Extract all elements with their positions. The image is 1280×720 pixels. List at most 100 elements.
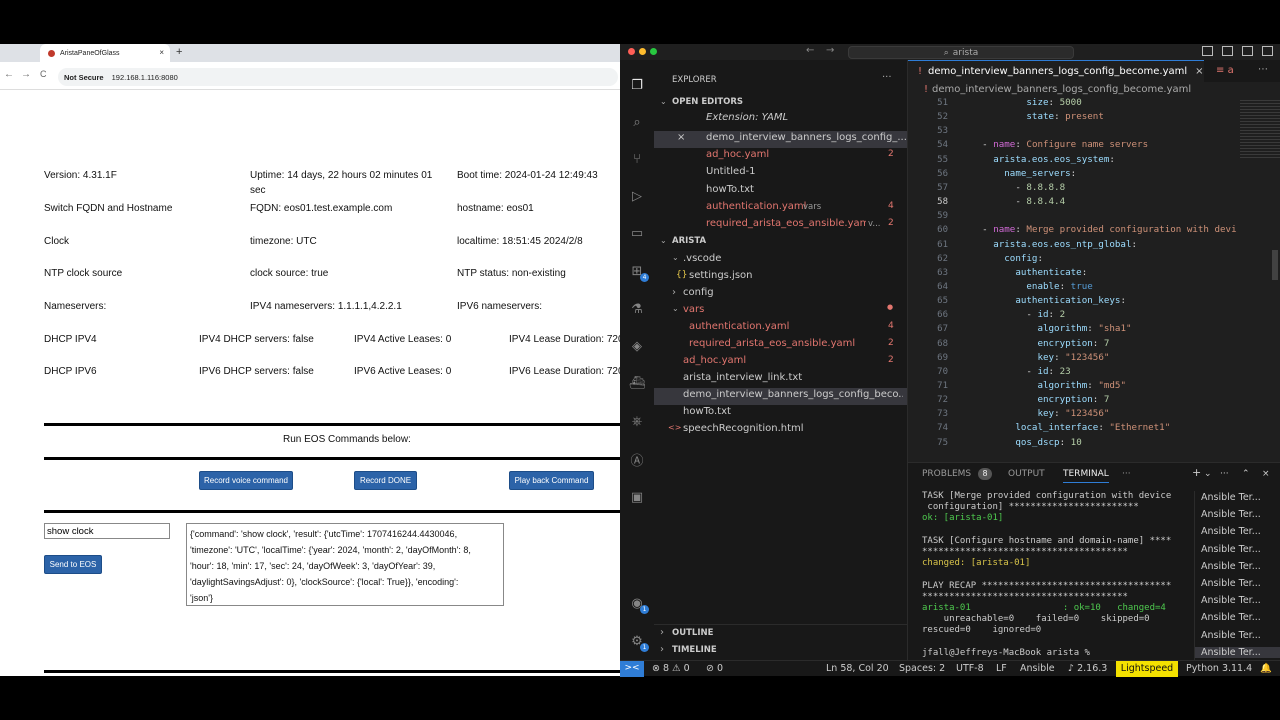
- code-line[interactable]: - name: Merge provided configuration wit…: [960, 224, 1237, 235]
- close-window-icon[interactable]: [628, 48, 635, 55]
- terminal-list-item[interactable]: Ansible Ter...: [1201, 595, 1261, 606]
- new-terminal-icon[interactable]: +: [1192, 466, 1201, 479]
- code-line[interactable]: encryption: 7: [960, 338, 1109, 349]
- code-line[interactable]: key: "123456": [960, 352, 1109, 363]
- close-editor-icon[interactable]: ×: [677, 132, 685, 143]
- search-view-icon[interactable]: ⌕: [628, 113, 646, 131]
- eol-status[interactable]: LF: [996, 663, 1007, 674]
- maximize-panel-icon[interactable]: ⌃: [1242, 469, 1250, 479]
- code-line[interactable]: qos_dscp: 10: [960, 437, 1081, 448]
- code-line[interactable]: state: present: [960, 111, 1103, 122]
- code-line[interactable]: - id: 23: [960, 366, 1070, 377]
- open-editor-item[interactable]: howTo.txt: [706, 184, 754, 195]
- tab-close-icon[interactable]: ×: [159, 48, 164, 57]
- remote-indicator-icon[interactable]: ><: [620, 661, 644, 677]
- docker-icon[interactable]: ⛴: [628, 374, 646, 392]
- code-line[interactable]: - 8.8.8.8: [960, 182, 1065, 193]
- tree-item-file[interactable]: speechRecognition.html: [683, 423, 804, 434]
- result-textarea[interactable]: {'command': 'show clock', 'result': {'ut…: [186, 523, 504, 606]
- code-line[interactable]: authenticate:: [960, 267, 1087, 278]
- record-done-button[interactable]: Record DONE: [354, 471, 417, 490]
- panel-more-icon[interactable]: ···: [1122, 469, 1131, 479]
- back-icon[interactable]: ←: [4, 69, 14, 80]
- terminal-list-item[interactable]: Ansible Ter...: [1201, 526, 1261, 537]
- terminal-dropdown-icon[interactable]: ⌄: [1204, 469, 1212, 479]
- extensions-icon[interactable]: ⊞ 4: [628, 262, 649, 282]
- send-to-eos-button[interactable]: Send to EOS: [44, 555, 102, 574]
- toggle-secondary-sidebar-icon[interactable]: [1242, 46, 1253, 56]
- code-line[interactable]: size: 5000: [960, 98, 1081, 108]
- reload-icon[interactable]: C: [40, 69, 47, 79]
- tree-item-file[interactable]: settings.json: [689, 270, 753, 281]
- folder-header[interactable]: ARISTA: [672, 236, 706, 246]
- editor-scrollbar[interactable]: [1272, 250, 1278, 280]
- manage-gear-icon[interactable]: ⚙ 1: [628, 632, 649, 652]
- close-tab-icon[interactable]: ×: [1195, 66, 1203, 77]
- code-line[interactable]: algorithm: "sha1": [960, 323, 1131, 334]
- terminal-view-icon[interactable]: ▣: [628, 488, 646, 506]
- explorer-icon[interactable]: ❐: [628, 76, 646, 94]
- tree-item-file[interactable]: howTo.txt: [683, 406, 731, 417]
- code-lines[interactable]: 51 size: 5000 52 state: present 53 54 - nam…: [908, 98, 1238, 462]
- tree-item-file[interactable]: authentication.yaml: [689, 321, 789, 332]
- indentation-status[interactable]: Spaces: 2: [899, 663, 945, 674]
- ansible-version[interactable]: ♪ 2.16.3: [1068, 663, 1107, 674]
- open-editor-item[interactable]: Untitled-1: [706, 166, 756, 177]
- zoom-window-icon[interactable]: [650, 48, 657, 55]
- open-editor-item[interactable]: required_arista_eos_ansible.yaml: [706, 218, 866, 229]
- terminal-tab[interactable]: TERMINAL: [1063, 469, 1109, 483]
- minimize-window-icon[interactable]: [639, 48, 646, 55]
- command-center-search[interactable]: ⌕ arista: [848, 46, 1074, 59]
- terminal-output[interactable]: TASK [Merge provided configuration with …: [922, 491, 1184, 661]
- notifications-icon[interactable]: 🔔: [1260, 663, 1272, 674]
- chevron-down-icon[interactable]: ⌄: [660, 236, 667, 245]
- open-editor-item[interactable]: demo_interview_banners_logs_config_...: [706, 132, 906, 143]
- output-tab[interactable]: OUTPUT: [1008, 469, 1045, 479]
- code-line[interactable]: arista.eos.eos_ntp_global:: [960, 239, 1137, 250]
- record-voice-button[interactable]: Record voice command: [199, 471, 293, 490]
- terminal-list-item[interactable]: Ansible Ter...: [1201, 630, 1261, 641]
- forward-icon[interactable]: →: [21, 69, 31, 80]
- nav-back-icon[interactable]: ←: [806, 45, 814, 56]
- run-debug-icon[interactable]: ▷: [628, 187, 646, 205]
- open-editor-item[interactable]: ad_hoc.yaml: [706, 149, 769, 160]
- code-line[interactable]: local_interface: "Ethernet1": [960, 422, 1170, 433]
- source-control-icon[interactable]: ⑂: [628, 150, 646, 168]
- new-tab-button[interactable]: +: [176, 46, 182, 58]
- terminal-list-item[interactable]: Ansible Ter...: [1195, 646, 1280, 658]
- breadcrumb[interactable]: ! demo_interview_banners_logs_config_beco…: [908, 84, 1191, 95]
- language-mode[interactable]: Ansible: [1020, 663, 1055, 674]
- outline-header[interactable]: OUTLINE: [672, 628, 713, 638]
- open-editor-item[interactable]: Extension: YAML: [706, 112, 788, 123]
- lightspeed-status[interactable]: Lightspeed: [1116, 661, 1178, 677]
- ansible-icon[interactable]: ◈: [628, 337, 646, 355]
- code-line[interactable]: key: "123456": [960, 408, 1109, 419]
- tree-item-file[interactable]: ad_hoc.yaml: [683, 355, 746, 366]
- terminal-list-item[interactable]: Ansible Ter...: [1201, 492, 1261, 503]
- toggle-panel-icon[interactable]: [1222, 46, 1233, 56]
- chevron-down-icon[interactable]: ⌄: [660, 97, 667, 106]
- code-line[interactable]: encryption: 7: [960, 394, 1109, 405]
- tree-item-file[interactable]: arista_interview_link.txt: [683, 372, 802, 383]
- tree-item-folder[interactable]: config: [683, 287, 714, 298]
- explorer-more-icon[interactable]: ···: [882, 72, 892, 83]
- minimap[interactable]: [1238, 100, 1280, 460]
- terminal-list-item[interactable]: Ansible Ter...: [1201, 544, 1261, 555]
- not-secure-label[interactable]: Not Secure: [64, 73, 104, 82]
- problems-tab[interactable]: PROBLEMS: [922, 469, 971, 479]
- address-bar[interactable]: Not Secure 192.168.1.116:8080: [58, 68, 618, 86]
- open-editors-header[interactable]: OPEN EDITORS: [672, 97, 743, 107]
- customize-layout-icon[interactable]: [1262, 46, 1273, 56]
- timeline-header[interactable]: TIMELINE: [672, 645, 717, 655]
- code-line[interactable]: - id: 2: [960, 309, 1065, 320]
- editor-more-icon[interactable]: ⋯: [1258, 64, 1268, 75]
- nav-forward-icon[interactable]: →: [826, 45, 834, 56]
- ports-status[interactable]: ⊘ 0: [706, 663, 723, 674]
- testing-icon[interactable]: ⚗: [628, 300, 646, 318]
- tree-item-folder[interactable]: vars: [683, 304, 704, 315]
- encoding-status[interactable]: UTF-8: [956, 663, 984, 674]
- ansible-a-icon[interactable]: Ⓐ: [628, 450, 646, 469]
- play-back-button[interactable]: Play back Command: [509, 471, 594, 490]
- browser-tab[interactable]: AristaPaneOfGlass ×: [40, 44, 170, 62]
- code-line[interactable]: enable: true: [960, 281, 1092, 292]
